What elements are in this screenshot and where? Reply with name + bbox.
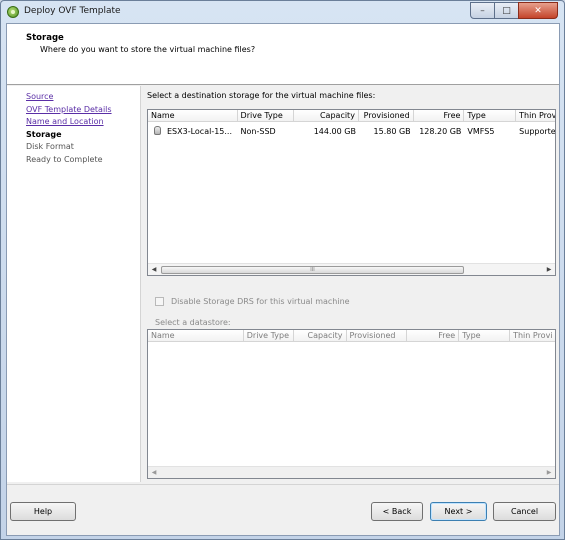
vsphere-app-icon <box>7 6 19 18</box>
step-storage: Storage <box>26 129 62 139</box>
column-capacity: Capacity <box>294 330 347 341</box>
maximize-button[interactable]: □ <box>494 2 519 19</box>
column-free[interactable]: Free <box>414 110 465 121</box>
scroll-thumb[interactable]: III <box>161 266 464 274</box>
column-drive-type[interactable]: Drive Type <box>238 110 295 121</box>
column-provisioned[interactable]: Provisioned <box>359 110 414 121</box>
cell-name: ESX3-Local-15... <box>148 125 238 138</box>
window-controls: – □ ✕ <box>470 2 558 19</box>
column-capacity[interactable]: Capacity <box>294 110 359 121</box>
wizard-steps: Source OVF Template Details Name and Loc… <box>7 86 141 482</box>
horizontal-scrollbar[interactable]: ◀ III ▶ <box>148 263 555 275</box>
step-ready-to-complete: Ready to Complete <box>26 154 103 164</box>
cell-thin-provisioning: Supporte <box>519 127 555 136</box>
close-button[interactable]: ✕ <box>518 2 558 19</box>
column-name: Name <box>148 330 244 341</box>
horizontal-scrollbar: ◀ ▶ <box>148 466 555 478</box>
step-name-and-location[interactable]: Name and Location <box>7 116 140 129</box>
column-drive-type: Drive Type <box>244 330 294 341</box>
step-ovf-template-details[interactable]: OVF Template Details <box>7 104 140 117</box>
title-bar[interactable]: Deploy OVF Template – □ ✕ <box>1 1 564 23</box>
scroll-right-icon[interactable]: ▶ <box>543 264 555 276</box>
destination-instruction: Select a destination storage for the vir… <box>147 91 376 100</box>
cell-drive-type: Non-SSD <box>240 127 276 136</box>
window-title: Deploy OVF Template <box>24 6 121 16</box>
step-disk-format: Disk Format <box>26 142 74 152</box>
deploy-ovf-window: Deploy OVF Template – □ ✕ Storage Where … <box>0 0 565 540</box>
scroll-left-icon[interactable]: ◀ <box>148 264 160 276</box>
cell-free: 128.20 GB <box>419 127 462 136</box>
table-row[interactable]: ESX3-Local-15... Non-SSD 144.00 GB 15.80… <box>148 125 555 138</box>
disable-drs-checkbox <box>155 297 164 306</box>
datastore-icon <box>154 126 161 135</box>
scroll-right-icon: ▶ <box>546 469 552 476</box>
help-button[interactable]: Help <box>10 502 76 521</box>
step-source[interactable]: Source <box>7 91 140 104</box>
select-datastore-label: Select a datastore: <box>155 318 231 327</box>
cancel-button[interactable]: Cancel <box>493 502 556 521</box>
column-name[interactable]: Name <box>148 110 238 121</box>
column-type: Type <box>459 330 511 341</box>
back-button[interactable]: < Back <box>371 502 423 521</box>
next-button[interactable]: Next > <box>430 502 487 521</box>
cell-provisioned: 15.80 GB <box>373 127 411 136</box>
column-provisioned: Provisioned <box>347 330 408 341</box>
datastore-name: ESX3-Local-15... <box>167 127 233 136</box>
wizard-header: Storage Where do you want to store the v… <box>7 24 559 85</box>
column-thin-provisioning: Thin Provi <box>513 331 553 340</box>
scroll-left-icon: ◀ <box>151 469 157 476</box>
cell-capacity: 144.00 GB <box>313 127 356 136</box>
table-header: Name Drive Type Capacity Provisioned Fre… <box>148 110 555 122</box>
wizard-footer: Help < Back Next > Cancel <box>7 484 559 537</box>
minimize-button[interactable]: – <box>470 2 495 19</box>
disable-drs-option: Disable Storage DRS for this virtual mac… <box>155 297 350 306</box>
table-header: Name Drive Type Capacity Provisioned Fre… <box>148 330 555 342</box>
destination-storage-table: Name Drive Type Capacity Provisioned Fre… <box>147 109 556 276</box>
storage-panel: Select a destination storage for the vir… <box>147 86 557 482</box>
page-title: Storage <box>26 33 64 43</box>
disable-drs-label: Disable Storage DRS for this virtual mac… <box>171 297 350 306</box>
cell-type: VMFS5 <box>467 127 495 136</box>
datastore-table: Name Drive Type Capacity Provisioned Fre… <box>147 329 556 479</box>
column-thin-provisioning[interactable]: Thin Prov <box>516 110 555 121</box>
column-type[interactable]: Type <box>464 110 517 121</box>
page-subtitle: Where do you want to store the virtual m… <box>40 45 256 54</box>
column-free: Free <box>407 330 460 341</box>
wizard-body: Storage Where do you want to store the v… <box>6 23 560 536</box>
